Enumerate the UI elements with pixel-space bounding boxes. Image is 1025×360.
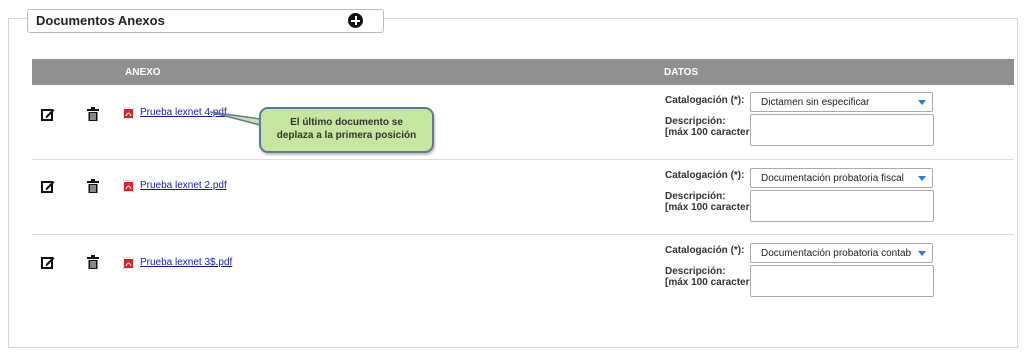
panel-border-right	[384, 18, 1018, 19]
catalogacion-selected-value: Documentación probatoria contable/merc	[761, 248, 911, 259]
pdf-icon	[123, 180, 134, 192]
file-link[interactable]: Prueba lexnet 3$.pdf	[140, 257, 232, 268]
callout-pointer	[210, 111, 261, 126]
descripcion-field[interactable]	[750, 190, 934, 222]
file-link[interactable]: Prueba lexnet 2.pdf	[140, 180, 227, 191]
table-row: Prueba lexnet 4.pdf Catalogación (*): Di…	[32, 85, 1014, 160]
catalogacion-select[interactable]: Documentación probatoria contable/merc	[750, 243, 933, 263]
panel-border-left	[8, 18, 27, 19]
descripcion-field[interactable]	[750, 265, 934, 297]
table-row: Prueba lexnet 2.pdf Catalogación (*): Do…	[32, 160, 1014, 235]
annotation-callout: El último documento se deplaza a la prim…	[259, 107, 434, 153]
callout-line-2: deplaza a la primera posición	[276, 130, 417, 141]
descripcion-label: Descripción:	[665, 266, 726, 277]
catalogacion-selected-value: Dictamen sin especificar	[761, 97, 870, 108]
edit-icon[interactable]	[41, 255, 55, 269]
column-header-datos: DATOS	[664, 67, 699, 78]
section-title: Documentos Anexos	[36, 13, 165, 28]
descripcion-label: Descripción:	[665, 191, 726, 202]
descripcion-field[interactable]	[750, 114, 934, 146]
trash-icon[interactable]	[87, 255, 99, 269]
catalogacion-select[interactable]: Dictamen sin especificar	[750, 92, 933, 112]
trash-icon[interactable]	[87, 179, 99, 193]
catalogacion-label: Catalogación (*):	[665, 95, 745, 106]
table-header: ANEXO DATOS	[32, 59, 1014, 85]
pdf-icon	[123, 107, 134, 119]
chevron-down-icon	[918, 100, 926, 105]
section-legend: Documentos Anexos	[27, 9, 384, 33]
table-row: Prueba lexnet 3$.pdf Catalogación (*): D…	[32, 235, 1014, 310]
callout-line-1: El último documento se	[290, 117, 403, 128]
catalogacion-label: Catalogación (*):	[665, 170, 745, 181]
chevron-down-icon	[918, 176, 926, 181]
trash-icon[interactable]	[87, 107, 99, 121]
edit-icon[interactable]	[41, 107, 55, 121]
catalogacion-selected-value: Documentación probatoria fiscal	[761, 173, 904, 184]
catalogacion-select[interactable]: Documentación probatoria fiscal	[750, 168, 933, 188]
descripcion-label: Descripción:	[665, 116, 726, 127]
add-document-button[interactable]	[348, 13, 363, 28]
chevron-down-icon	[918, 251, 926, 256]
edit-icon[interactable]	[41, 179, 55, 193]
column-header-anexo: ANEXO	[125, 67, 161, 78]
pdf-icon	[123, 257, 134, 269]
catalogacion-label: Catalogación (*):	[665, 245, 745, 256]
